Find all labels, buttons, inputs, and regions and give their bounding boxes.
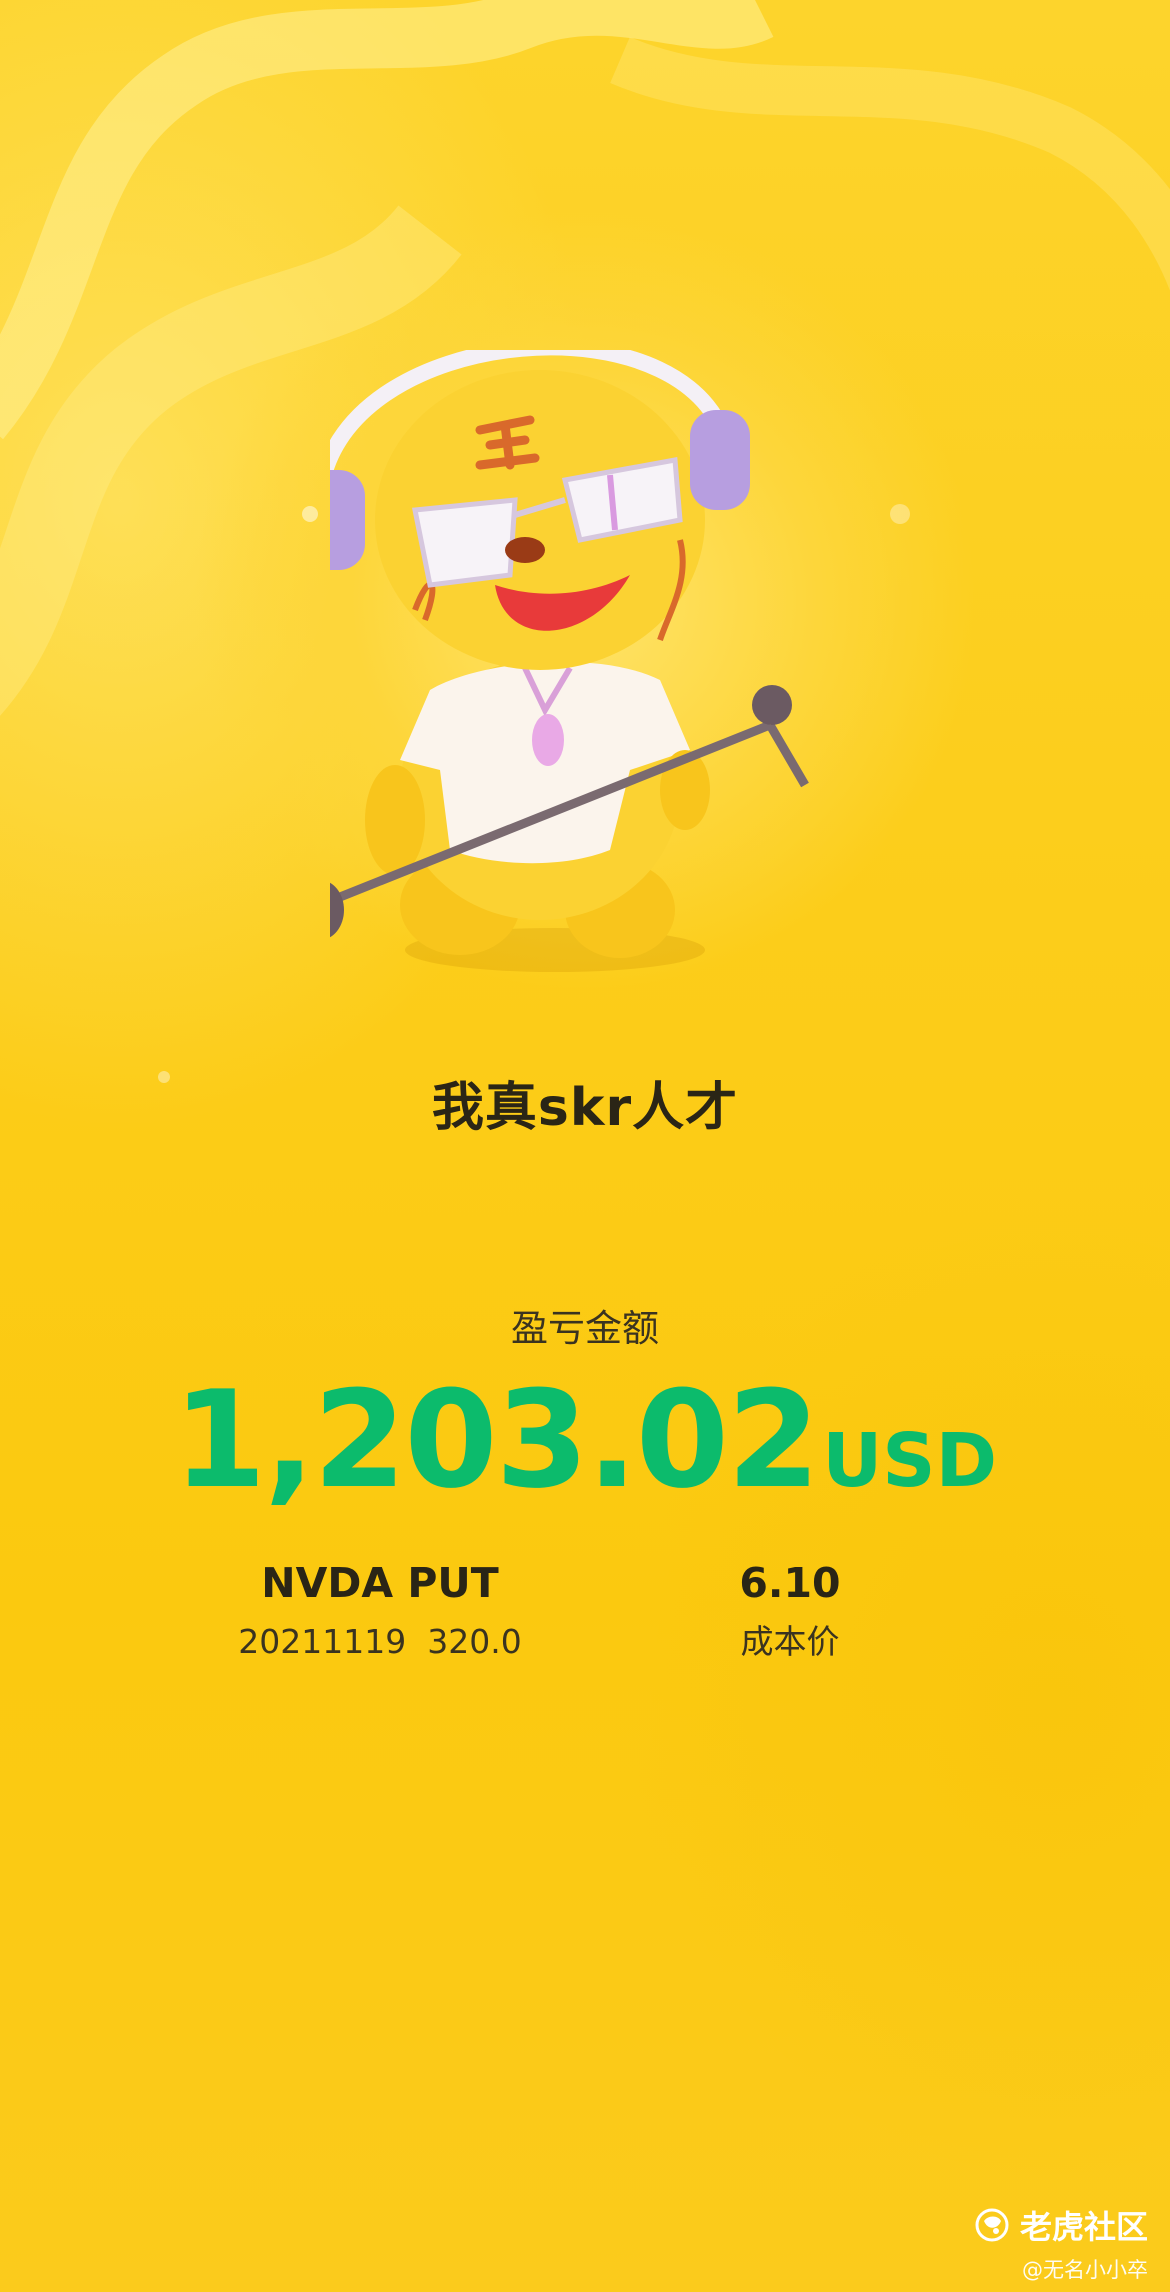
tiger-mascot-illustration xyxy=(330,350,809,972)
pnl-currency: USD xyxy=(822,1418,998,1504)
pnl-label: 盈亏金额 xyxy=(511,1307,659,1350)
cost-price-label: 成本价 xyxy=(740,1622,840,1661)
brand-footer: 老虎社区 xyxy=(974,2200,1148,2250)
pnl-amount: 1,203.02USD xyxy=(0,1362,1170,1518)
slogan-title: 我真skr人才 xyxy=(431,1078,739,1138)
brand-name: 老虎社区 xyxy=(1019,2208,1148,2246)
position-detail: 20211119 320.0 xyxy=(238,1622,522,1661)
author-watermark: @无名小小卒 xyxy=(1022,2258,1148,2282)
tiger-logo-icon xyxy=(975,2208,1009,2242)
position-info: NVDA PUT 20211119 320.0 xyxy=(200,1555,560,1667)
pnl-amount-value: 1,203.02 xyxy=(172,1362,820,1518)
position-name: NVDA PUT xyxy=(261,1559,499,1607)
cost-price-value: 6.10 xyxy=(739,1559,841,1607)
cost-price-info: 6.10 成本价 xyxy=(640,1555,940,1667)
share-card: 我真skr人才 盈亏金额 1,203.02USD NVDA PUT 202111… xyxy=(0,0,1170,2292)
